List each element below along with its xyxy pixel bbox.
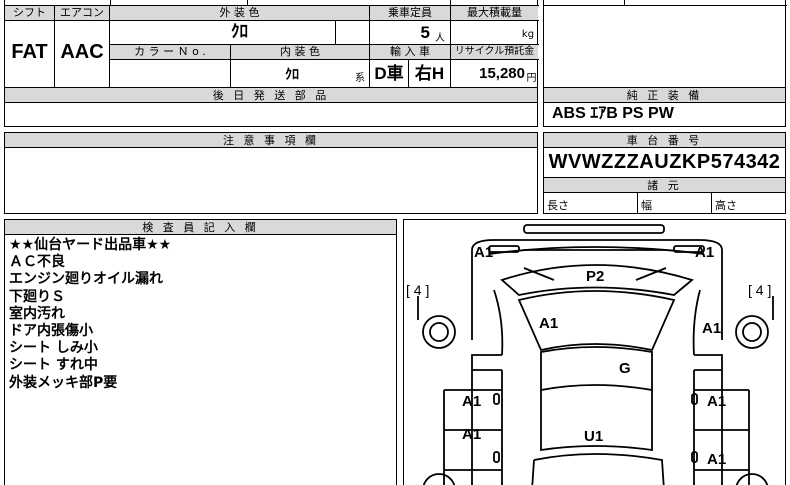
capacity-value: 5 — [420, 23, 430, 42]
mark-rear-door-left: A1 — [462, 426, 482, 443]
remark-line: エンジン廻りオイル漏れ — [9, 271, 163, 288]
color-no-label: カ ラ ー Ｎ o . — [110, 45, 230, 59]
car-outline-diagram — [417, 224, 774, 485]
inspector-label: 検 査 員 記 入 欄 — [5, 220, 396, 235]
recycle-unit: 円 — [526, 73, 537, 84]
inspector-box: 検 査 員 記 入 欄 ★★仙台ヤード出品車★★ ＡＣ不良 エンジン廻りオイル漏… — [4, 219, 397, 485]
remark-line: 室内汚れ — [9, 305, 65, 322]
notes-label: 注 意 事 項 欄 — [5, 133, 537, 148]
vehicle-info-table: シフト エアコン 外 装 色 乗車定員 最大積載量 FAT AAC ｸﾛ 5 人… — [4, 0, 539, 89]
height-label: 高さ — [715, 199, 737, 212]
genuine-equipment-label: 純 正 装 備 — [544, 88, 785, 103]
mark-front-door-left: A1 — [462, 393, 482, 410]
remark-line: ＡＣ不良 — [9, 254, 65, 271]
specs-label: 諸 元 — [544, 177, 785, 193]
width-label: 幅 — [641, 199, 652, 212]
mark-front-fender-right: A1 — [702, 320, 722, 337]
top-right-box — [543, 0, 787, 88]
left-quarter-bracket: [ 4 ] — [406, 282, 430, 298]
import-label: 輸 入 車 — [370, 45, 450, 59]
mark-rear-door-right: A1 — [707, 451, 727, 468]
remark-line: シート すれ中 — [9, 357, 98, 374]
load-label: 最大積載量 — [451, 6, 538, 20]
recycle-value: 15,280 — [479, 65, 525, 82]
mark-front-right: A1 — [695, 244, 715, 261]
ext-color-label: 外 装 色 — [110, 6, 369, 20]
right-quarter-bracket: [ 4 ] — [748, 282, 772, 298]
capacity-unit: 人 — [435, 33, 445, 44]
inspector-remarks: ★★仙台ヤード出品車★★ ＡＣ不良 エンジン廻りオイル漏れ 下廻りＳ 室内汚れ … — [9, 237, 171, 392]
recycle-label: リサイクル預託金 — [451, 45, 538, 59]
load-unit: kg — [521, 29, 535, 40]
mark-front-left: A1 — [474, 244, 494, 261]
remark-line: 下廻りＳ — [9, 288, 65, 305]
capacity-label: 乗車定員 — [370, 6, 450, 20]
aircon-label: エアコン — [55, 6, 109, 20]
chassis-box: 車 台 番 号 WVWZZZAUZKP574342 諸 元 長さ 幅 高さ — [543, 132, 786, 214]
import-dealer: D車 — [374, 64, 404, 83]
genuine-equipment-value: ABS ｴｱB PS PW — [552, 105, 674, 122]
car-diagram-box: [ 4 ] [ 4 ] A1 A1 P2 A1 A1 G A1 A1 A1 U1… — [403, 219, 786, 485]
int-color-label: 内 装 色 — [231, 45, 369, 59]
shift-value: FAT — [11, 41, 48, 63]
mark-hood: P2 — [586, 268, 605, 285]
mark-front-door-right: A1 — [707, 393, 727, 410]
genuine-equipment-box: 純 正 装 備 ABS ｴｱB PS PW — [543, 87, 786, 127]
mark-roof: G — [619, 360, 631, 377]
shift-label: シフト — [5, 6, 54, 20]
chassis-label: 車 台 番 号 — [544, 133, 785, 148]
later-parts-label: 後 日 発 送 部 品 — [5, 88, 537, 103]
notes-box: 注 意 事 項 欄 — [4, 132, 538, 214]
aircon-value: AAC — [60, 41, 104, 63]
length-label: 長さ — [547, 199, 569, 212]
int-color-value: ｸﾛ — [285, 66, 299, 82]
ext-color-value: ｸﾛ — [231, 22, 248, 41]
int-color-suffix: 系 — [355, 73, 365, 84]
remark-line: ★★仙台ヤード出品車★★ — [9, 237, 172, 253]
remark-line: ドア内張傷小 — [9, 323, 93, 340]
chassis-number: WVWZZZAUZKP574342 — [548, 151, 781, 173]
import-handle: 右H — [414, 64, 445, 83]
later-parts-box: 後 日 発 送 部 品 — [4, 87, 538, 127]
remark-line: シート しみ小 — [9, 340, 98, 357]
mark-windshield: A1 — [539, 315, 559, 332]
remark-line: 外装メッキ部P要 — [9, 374, 118, 391]
mark-trunk: U1 — [584, 428, 604, 445]
